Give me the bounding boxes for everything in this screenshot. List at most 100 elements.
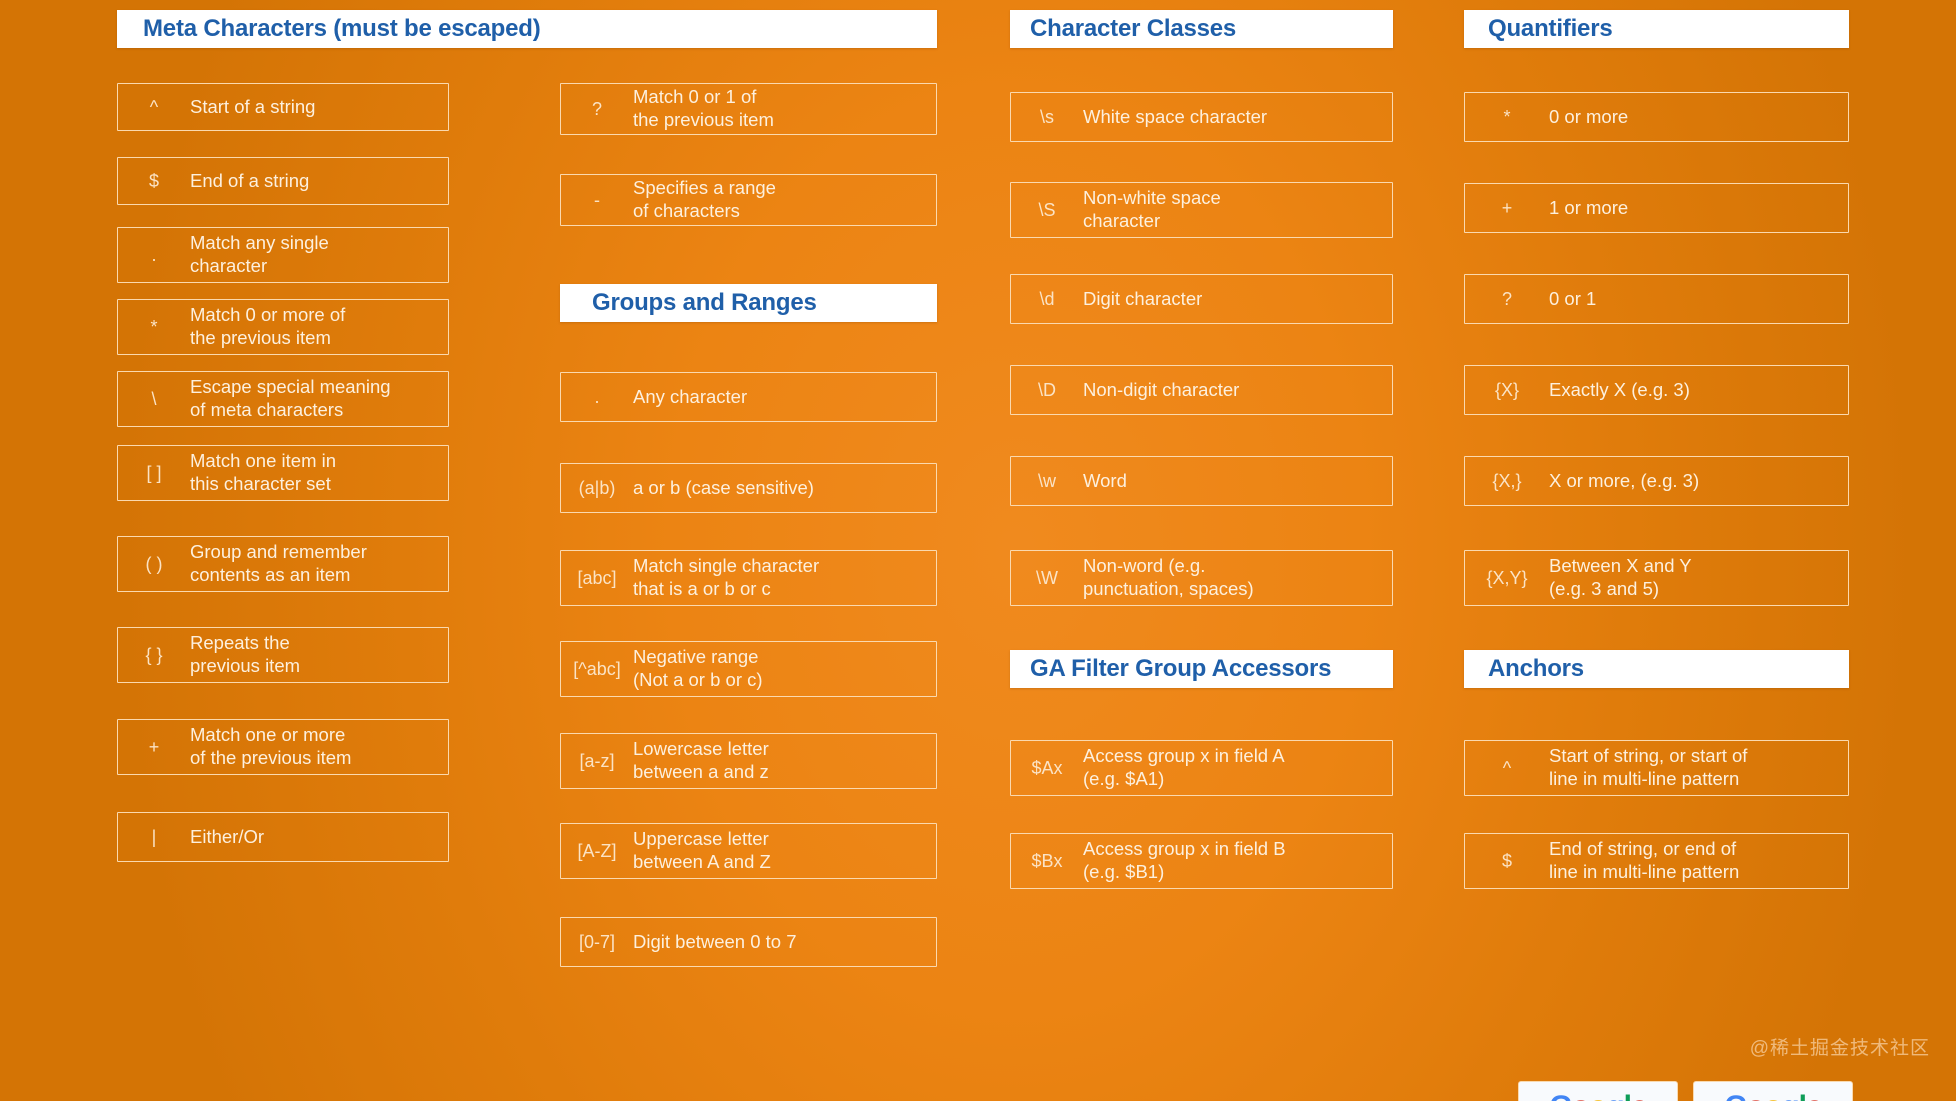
entry-ga-field-a: $Ax Access group x in field A (e.g. $A1) bbox=[1010, 740, 1393, 796]
google-logo: Google bbox=[1724, 1090, 1823, 1101]
entry-symbol: \s bbox=[1039, 106, 1054, 127]
section-title-ga-filter-group-accessors: GA Filter Group Accessors bbox=[1030, 655, 1332, 682]
entry-description: Digit between 0 to 7 bbox=[633, 930, 797, 952]
entry-group-negative-range: [^abc] Negative range (Not a or b or c) bbox=[560, 641, 937, 697]
entry-meta-range: - Specifies a range of characters bbox=[560, 174, 937, 226]
entry-symbol: * bbox=[1503, 106, 1511, 127]
entry-symbol: | bbox=[151, 826, 157, 847]
entry-class-non-word: \W Non-word (e.g. punctuation, spaces) bbox=[1010, 550, 1393, 606]
section-title-anchors: Anchors bbox=[1488, 655, 1584, 682]
entry-anchor-end-of-line: $ End of string, or end of line in multi… bbox=[1464, 833, 1849, 889]
section-title-meta-characters: Meta Characters (must be escaped) bbox=[143, 15, 541, 42]
entry-description: Uppercase letter between A and Z bbox=[633, 828, 771, 872]
entry-ga-field-b: $Bx Access group x in field B (e.g. $B1) bbox=[1010, 833, 1393, 889]
entry-meta-either-or: | Either/Or bbox=[117, 812, 449, 862]
entry-group-uppercase-range: [A-Z] Uppercase letter between A and Z bbox=[560, 823, 937, 879]
entry-group-abc-set: [abc] Match single character that is a o… bbox=[560, 550, 937, 606]
entry-description: Any character bbox=[633, 385, 748, 407]
entry-description: Escape special meaning of meta character… bbox=[190, 376, 391, 420]
entry-quantifier-zero-or-more: * 0 or more bbox=[1464, 92, 1849, 142]
entry-quantifier-exactly-x: {X} Exactly X (e.g. 3) bbox=[1464, 365, 1849, 415]
google-logo-letter: o bbox=[1572, 1090, 1590, 1101]
entry-description: Non-word (e.g. punctuation, spaces) bbox=[1083, 555, 1254, 599]
google-logo-letter: o bbox=[1747, 1090, 1765, 1101]
google-logo-letter: e bbox=[1631, 1090, 1648, 1101]
entry-description: Match any single character bbox=[190, 232, 329, 276]
entry-group-a-or-b: (a|b) a or b (case sensitive) bbox=[560, 463, 937, 513]
section-title-quantifiers: Quantifiers bbox=[1488, 15, 1613, 42]
google-logo-letter: l bbox=[1624, 1090, 1632, 1101]
entry-symbol: \ bbox=[151, 388, 157, 409]
entry-description: a or b (case sensitive) bbox=[633, 476, 814, 498]
entry-symbol: $ bbox=[148, 170, 159, 191]
entry-class-whitespace: \s White space character bbox=[1010, 92, 1393, 142]
google-logo: Google bbox=[1549, 1090, 1648, 1101]
entry-class-digit: \d Digit character bbox=[1010, 274, 1393, 324]
entry-symbol: \w bbox=[1038, 470, 1056, 491]
entry-meta-one-or-more: + Match one or more of the previous item bbox=[117, 719, 449, 775]
google-logo-letter: G bbox=[1724, 1090, 1747, 1101]
entry-group-lowercase-range: [a-z] Lowercase letter between a and z bbox=[560, 733, 937, 789]
entry-description: Between X and Y (e.g. 3 and 5) bbox=[1549, 555, 1692, 599]
entry-symbol: [abc] bbox=[577, 567, 617, 588]
entry-description: Repeats the previous item bbox=[190, 632, 301, 676]
entry-quantifier-x-or-more: {X,} X or more, (e.g. 3) bbox=[1464, 456, 1849, 506]
entry-meta-start-of-string: ^ Start of a string bbox=[117, 83, 449, 131]
entry-meta-zero-or-more: * Match 0 or more of the previous item bbox=[117, 299, 449, 355]
entry-description: Specifies a range of characters bbox=[633, 177, 776, 221]
entry-description: Either/Or bbox=[190, 825, 265, 847]
entry-symbol: ^ bbox=[149, 96, 159, 117]
entry-description: Match one or more of the previous item bbox=[190, 724, 352, 768]
section-header-groups-and-ranges: Groups and Ranges bbox=[560, 284, 937, 322]
entry-meta-zero-or-one: ? Match 0 or 1 of the previous item bbox=[560, 83, 937, 135]
entry-anchor-start-of-line: ^ Start of string, or start of line in m… bbox=[1464, 740, 1849, 796]
entry-group-digit-range: [0-7] Digit between 0 to 7 bbox=[560, 917, 937, 967]
entry-symbol: \d bbox=[1039, 288, 1055, 309]
entry-meta-group-remember: ( ) Group and remember contents as an it… bbox=[117, 536, 449, 592]
entry-meta-any-single-character: . Match any single character bbox=[117, 227, 449, 283]
google-logo-letter: g bbox=[1606, 1090, 1624, 1101]
entry-description: Start of string, or start of line in mul… bbox=[1549, 745, 1748, 789]
entry-description: Non-digit character bbox=[1083, 378, 1240, 400]
google-logo-letter: e bbox=[1806, 1090, 1823, 1101]
entry-symbol: $ bbox=[1501, 850, 1512, 871]
entry-symbol: ? bbox=[1501, 288, 1512, 309]
entry-description: Negative range (Not a or b or c) bbox=[633, 646, 763, 690]
google-logo-letter: o bbox=[1589, 1090, 1607, 1101]
entry-symbol: {X} bbox=[1494, 379, 1520, 400]
entry-symbol: {X,Y} bbox=[1486, 567, 1528, 588]
entry-symbol: \S bbox=[1038, 199, 1056, 220]
entry-group-any-character: . Any character bbox=[560, 372, 937, 422]
entry-symbol: - bbox=[594, 189, 600, 210]
entry-description: Start of a string bbox=[190, 95, 316, 117]
entry-description: 0 or more bbox=[1549, 105, 1629, 127]
entry-description: Match one item in this character set bbox=[190, 450, 337, 494]
entry-quantifier-between-x-and-y: {X,Y} Between X and Y (e.g. 3 and 5) bbox=[1464, 550, 1849, 606]
entry-symbol: [ ] bbox=[146, 462, 162, 483]
entry-symbol: $Bx bbox=[1031, 850, 1063, 871]
entry-description: Access group x in field B (e.g. $B1) bbox=[1083, 838, 1286, 882]
entry-description: Group and remember contents as an item bbox=[190, 541, 367, 585]
entry-symbol: ( ) bbox=[145, 553, 163, 574]
entry-symbol: {X,} bbox=[1492, 470, 1522, 491]
entry-symbol: (a|b) bbox=[578, 477, 616, 498]
google-card-2[interactable]: Google bbox=[1693, 1081, 1853, 1101]
entry-class-word: \w Word bbox=[1010, 456, 1393, 506]
section-title-groups-and-ranges: Groups and Ranges bbox=[592, 289, 817, 316]
entry-description: Exactly X (e.g. 3) bbox=[1549, 378, 1690, 400]
section-header-ga-filter-group-accessors: GA Filter Group Accessors bbox=[1010, 650, 1393, 688]
entry-description: Match 0 or 1 of the previous item bbox=[633, 86, 774, 130]
regex-cheat-sheet: Meta Characters (must be escaped) ^ Star… bbox=[0, 0, 1956, 1101]
entry-symbol: . bbox=[151, 244, 157, 265]
entry-description: White space character bbox=[1083, 105, 1268, 127]
entry-meta-escape: \ Escape special meaning of meta charact… bbox=[117, 371, 449, 427]
section-header-character-classes: Character Classes bbox=[1010, 10, 1393, 48]
entry-description: Lowercase letter between a and z bbox=[633, 738, 769, 782]
entry-class-non-whitespace: \S Non-white space character bbox=[1010, 182, 1393, 238]
section-header-meta-characters: Meta Characters (must be escaped) bbox=[117, 10, 937, 48]
google-card-1[interactable]: Google bbox=[1518, 1081, 1678, 1101]
entry-symbol: $Ax bbox=[1031, 757, 1063, 778]
google-logo-letter: o bbox=[1764, 1090, 1782, 1101]
entry-symbol: [0-7] bbox=[578, 931, 616, 952]
entry-description: Match 0 or more of the previous item bbox=[190, 304, 346, 348]
